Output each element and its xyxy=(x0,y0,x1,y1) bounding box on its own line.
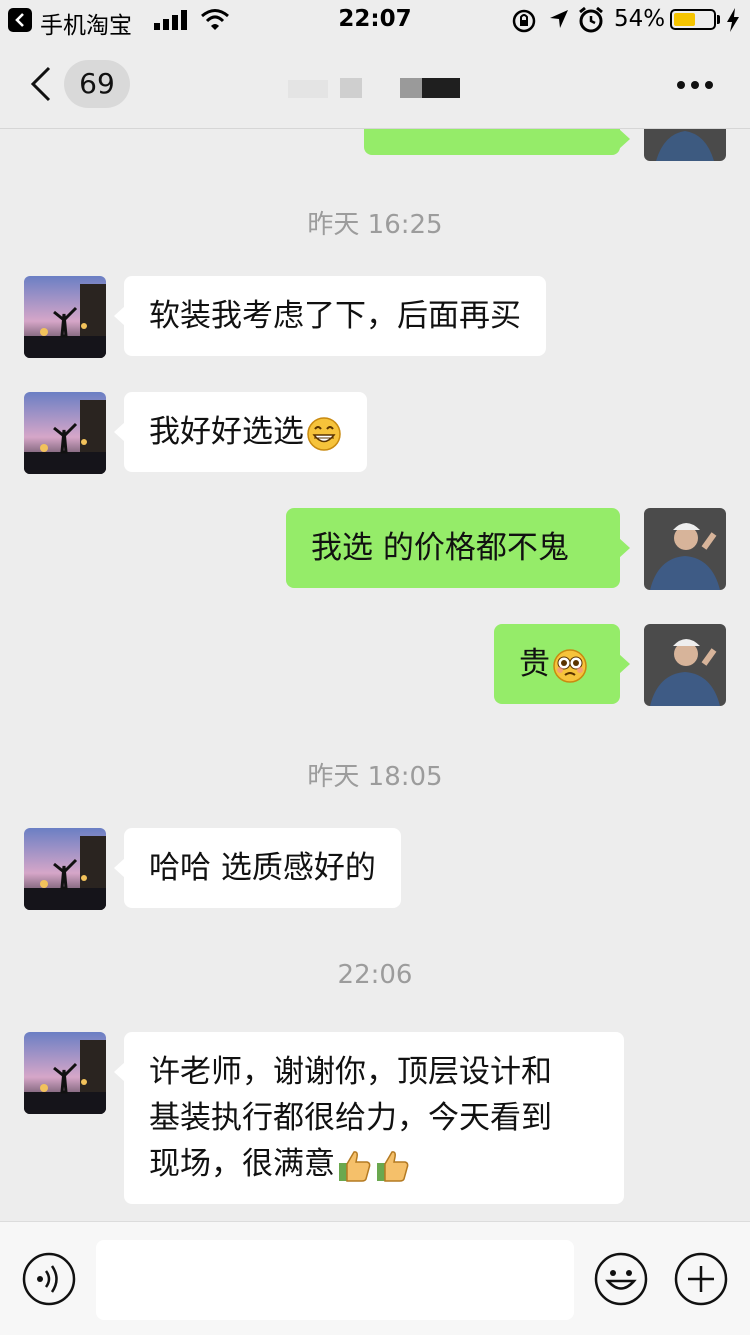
message-text-line: 现场，很满意 xyxy=(149,1146,335,1182)
message-text: 贵 xyxy=(519,646,550,682)
pleading-emoji xyxy=(553,648,587,683)
message-bubble-incoming[interactable]: 我好好选选 xyxy=(114,392,367,472)
grin-emoji xyxy=(307,416,341,451)
chat-title-redacted xyxy=(288,78,463,100)
emoji-icon[interactable] xyxy=(594,1252,648,1306)
timestamp: 昨天 16:25 xyxy=(307,210,443,240)
plus-icon[interactable] xyxy=(674,1252,728,1306)
message-bubble-outgoing[interactable]: 贵 xyxy=(494,624,630,704)
more-icon[interactable] xyxy=(676,80,714,90)
timestamp: 昨天 18:05 xyxy=(307,762,443,792)
avatar-self[interactable] xyxy=(644,508,726,590)
chat-header: 69 xyxy=(0,40,750,129)
timestamp: 22:06 xyxy=(337,960,413,990)
thumbs-up-emoji xyxy=(339,1150,371,1182)
avatar-contact[interactable] xyxy=(24,276,106,358)
avatar-contact[interactable] xyxy=(24,1032,106,1114)
input-bar xyxy=(0,1221,750,1335)
thumbs-up-emoji xyxy=(377,1150,409,1182)
message-bubble-incoming[interactable]: 哈哈 选质感好的 xyxy=(114,828,401,908)
message-bubble-outgoing-partial[interactable] xyxy=(364,129,630,155)
avatar-contact[interactable] xyxy=(24,392,106,474)
battery-level xyxy=(674,13,695,26)
orientation-lock-icon xyxy=(512,9,536,33)
message-text: 我好好选选 xyxy=(149,414,304,450)
avatar-self[interactable] xyxy=(644,624,726,706)
avatar-contact[interactable] xyxy=(24,828,106,910)
status-bar: 手机淘宝 22:07 54% xyxy=(0,0,750,40)
message-bubble-incoming[interactable]: 许老师，谢谢你，顶层设计和 基装执行都很给力，今天看到 现场，很满意 xyxy=(114,1032,624,1204)
battery-tip xyxy=(717,15,720,24)
message-text: 我选 的价格都不鬼 xyxy=(311,530,569,566)
battery-percent: 54% xyxy=(614,6,666,32)
message-text: 软装我考虑了下，后面再买 xyxy=(149,298,521,334)
charging-icon xyxy=(727,8,739,32)
message-bubble-incoming[interactable]: 软装我考虑了下，后面再买 xyxy=(114,276,546,356)
message-text: 哈哈 选质感好的 xyxy=(149,850,376,886)
message-list[interactable]: 昨天 16:25 软装我考虑了下，后面再买 我好好选选 我选 的价格都不鬼 贵 … xyxy=(0,129,750,1221)
message-text-line: 基装执行都很给力，今天看到 xyxy=(149,1100,552,1136)
battery-icon xyxy=(670,9,716,30)
message-bubble-outgoing[interactable]: 我选 的价格都不鬼 xyxy=(286,508,630,588)
message-input[interactable] xyxy=(96,1240,574,1320)
voice-icon[interactable] xyxy=(22,1252,76,1306)
location-icon xyxy=(550,10,568,28)
unread-count-badge[interactable]: 69 xyxy=(64,60,130,108)
message-text-line: 许老师，谢谢你，顶层设计和 xyxy=(149,1054,552,1090)
avatar-self[interactable] xyxy=(644,129,726,161)
alarm-icon xyxy=(579,6,603,33)
back-arrow-icon[interactable] xyxy=(30,66,52,102)
